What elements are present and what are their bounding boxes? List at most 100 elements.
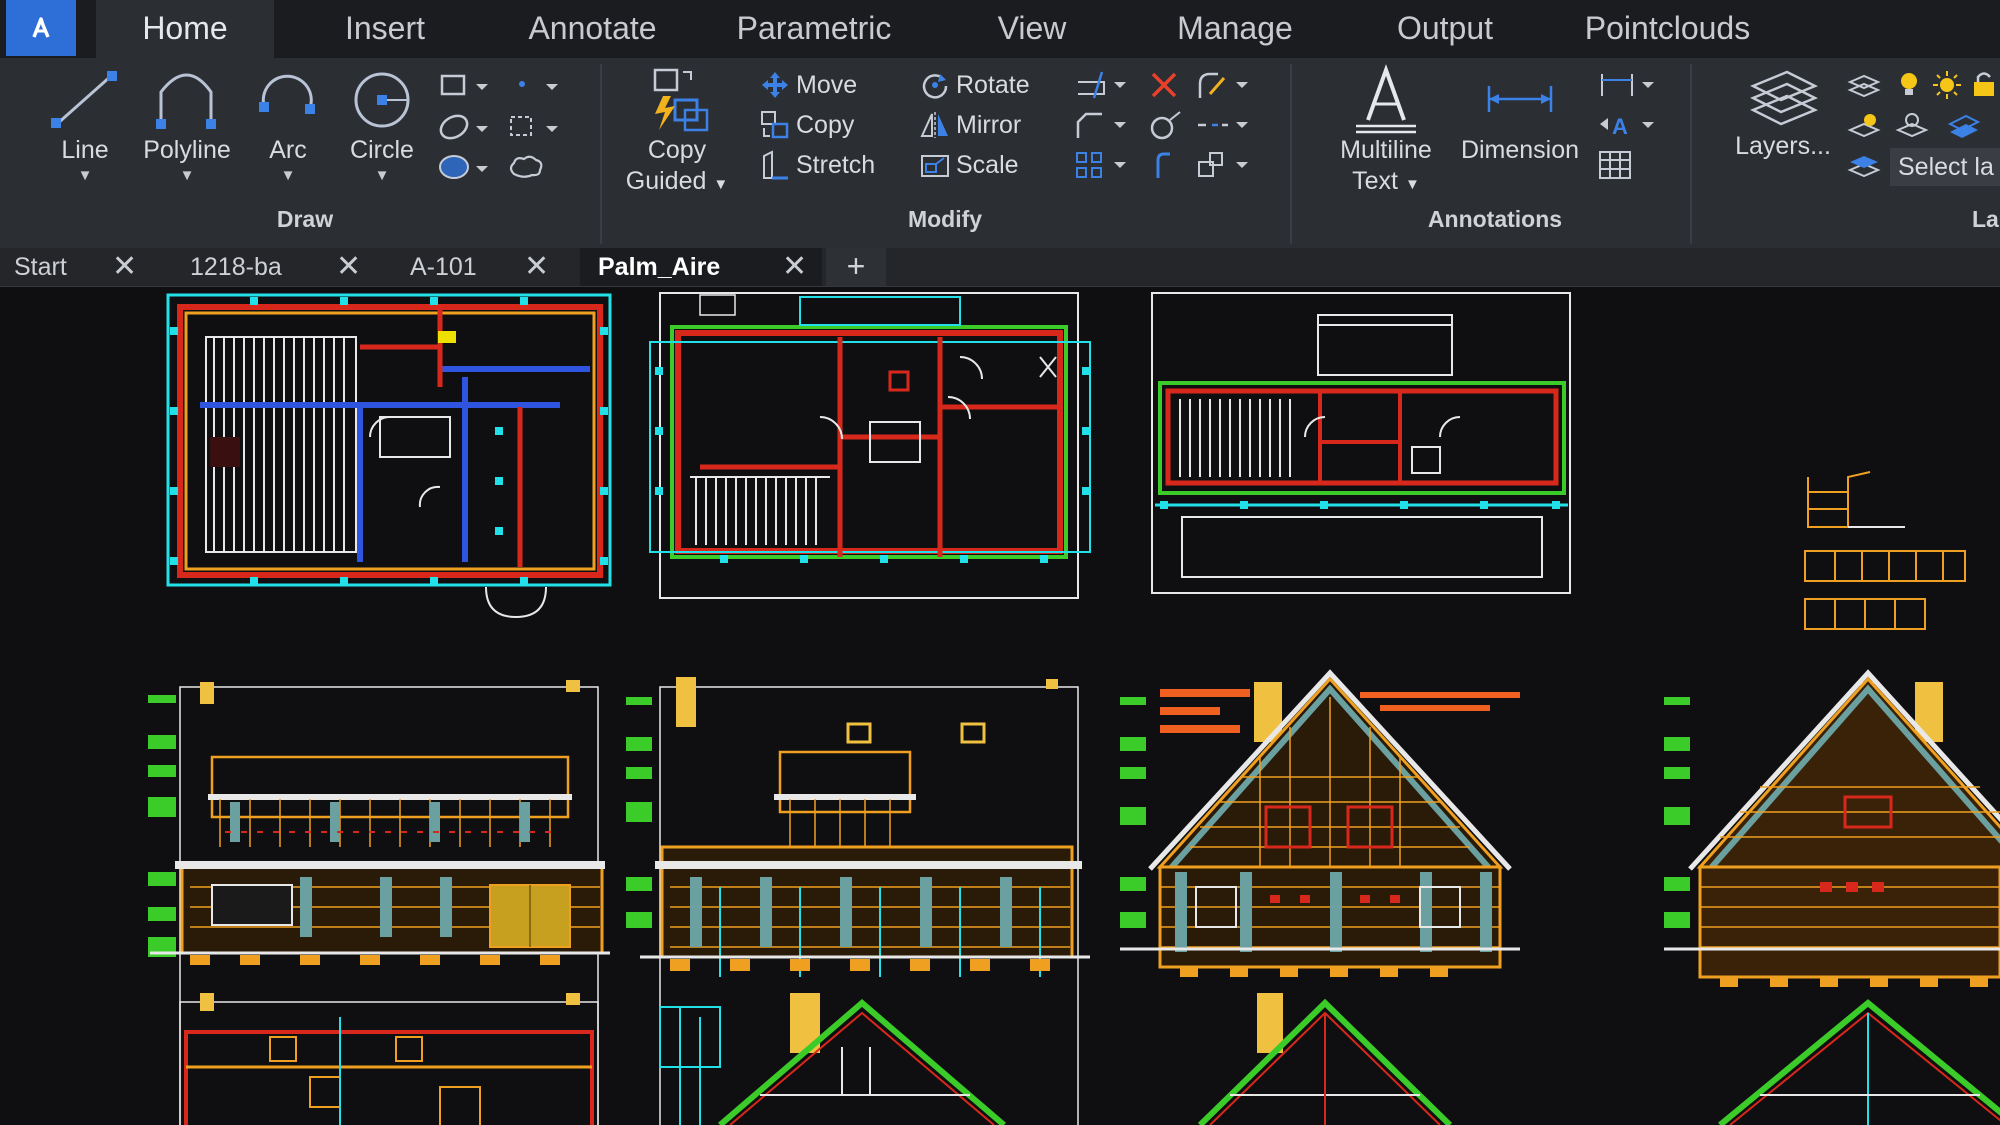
multiline-text-icon [1356,64,1416,134]
menu-tab-pointclouds[interactable]: Pointclouds [1565,0,1770,58]
close-icon[interactable]: ✕ [524,248,549,286]
table-button[interactable] [1598,150,1634,185]
layers-icon [1749,70,1819,126]
bricscad-logo-icon [32,17,50,38]
layer-off-button[interactable] [1894,110,1930,145]
point-tool-button[interactable] [506,72,562,105]
multiline-text-button[interactable]: Multiline Text ▼ [1326,64,1446,196]
chevron-down-icon: ▼ [374,167,390,184]
add-tab-button[interactable]: + [826,248,886,286]
text-style-button[interactable]: A [1598,110,1660,145]
section-bottom-2 [659,993,1006,1125]
menu-tab-manage[interactable]: Manage [1160,0,1310,58]
layers-button[interactable]: Layers... [1720,66,1846,161]
trim-tool-button[interactable] [1074,70,1134,105]
chamfer-icon [1076,112,1126,138]
lock-icon [1974,72,1994,96]
ribbon-separator [600,64,602,244]
menu-tab-view[interactable]: View [982,0,1082,58]
move-button[interactable]: Move [760,70,857,100]
drawing-canvas[interactable] [0,287,2000,1125]
text-style-icon: A [1600,114,1654,139]
line-tool-button[interactable]: Line ▼ [40,66,130,184]
cad-drawing [148,292,2000,1125]
linear-dimension-icon [1601,74,1654,96]
draw-group-label: Draw [276,206,334,232]
boundary-tool-button[interactable] [506,112,562,147]
layer-isolate-icon [1847,114,1881,138]
detail-small [1804,471,1966,630]
copy-guided-label-1: Copy [647,136,707,164]
menu-tab-parametric[interactable]: Parametric [716,0,912,58]
close-icon[interactable]: ✕ [336,248,361,286]
menu-tab-home[interactable]: Home [96,0,274,58]
chamfer-tool-button[interactable] [1074,110,1134,145]
erase-tool-button[interactable] [1148,70,1180,105]
fillet-icon [1198,72,1248,98]
hatch-tool-button[interactable] [438,152,494,187]
break-tool-button[interactable] [1196,110,1256,145]
explode-tool-button[interactable] [1196,150,1256,185]
stretch-button[interactable]: Stretch [760,150,875,180]
rotate-button[interactable]: Rotate [920,70,1030,100]
point-icon [519,81,558,90]
arc-tool-button[interactable]: Arc ▼ [250,66,326,184]
menu-tab-annotate[interactable]: Annotate [505,0,680,58]
move-icon [762,72,788,98]
ellipse-tool-button[interactable] [438,112,494,147]
revision-cloud-tool-button[interactable] [506,152,546,187]
offset-tool-button[interactable] [1148,110,1188,145]
circle-tool-button[interactable]: Circle ▼ [340,66,424,184]
layer-state-button[interactable] [1846,70,1882,105]
elevation-front [148,680,610,1125]
close-icon[interactable]: ✕ [782,248,807,286]
layer-walk-button[interactable] [1946,110,1982,145]
layer-on-button[interactable] [1894,70,1924,105]
scale-button[interactable]: Scale [920,150,1019,180]
arc-icon [259,74,315,114]
layers-label: Layers... [1735,132,1831,160]
app-logo-button[interactable] [6,0,76,56]
layer-lock-button[interactable] [1970,70,2000,105]
ribbon-panel: Line ▼ Polyline ▼ Arc ▼ Circle ▼ Draw Co… [0,58,2000,248]
section-view [1151,292,1571,594]
doc-tab-a-101[interactable]: A-101 [410,248,510,286]
close-icon[interactable]: ✕ [112,248,137,286]
layer-match-button[interactable] [1846,150,1882,185]
polyline-label: Polyline [143,136,231,164]
layer-off-icon [1895,113,1929,138]
mirror-button[interactable]: Mirror [920,110,1021,140]
layer-match-icon [1847,156,1881,178]
array-tool-button[interactable] [1074,150,1134,185]
join-icon [1156,152,1170,178]
menu-tab-insert[interactable]: Insert [320,0,450,58]
copy-button[interactable]: Copy [760,110,854,140]
layer-isolate-button[interactable] [1846,110,1882,145]
copy-guided-button[interactable]: Copy Guided ▼ [622,64,732,196]
doc-tab-start[interactable]: Start [14,248,94,286]
select-layer-dropdown[interactable]: Select la [1890,148,2000,186]
stretch-label: Stretch [796,150,876,179]
ribbon-separator [1290,64,1292,244]
arc-label: Arc [269,136,307,164]
section-bottom-4 [1718,999,2000,1125]
layer-thaw-button[interactable] [1930,70,1964,105]
copy-guided-icon [653,68,709,132]
doc-tab-1218-ba[interactable]: 1218-ba [190,248,300,286]
annotations-group-label: Annotations [1427,206,1563,232]
line-icon [51,71,117,128]
chevron-down-icon: ▼ [179,167,195,184]
document-tab-bar: Start ✕ 1218-ba ✕ A-101 ✕ Palm_Aire ✕ + [0,248,2000,287]
dimension-icon [1487,86,1553,112]
join-tool-button[interactable] [1148,150,1188,185]
dimension-button[interactable]: Dimension [1450,64,1590,165]
elevation-side-gable-2 [1664,669,2000,987]
floor-plan-ground [166,293,612,618]
section-bottom-3 [1197,993,1453,1125]
multiline-text-label-2: Text ▼ [1352,167,1420,195]
dimension-style-button[interactable] [1598,70,1660,105]
rectangle-tool-button[interactable] [438,72,494,105]
fillet-tool-button[interactable] [1196,70,1256,105]
polyline-tool-button[interactable]: Polyline ▼ [132,66,242,184]
menu-tab-output[interactable]: Output [1380,0,1510,58]
